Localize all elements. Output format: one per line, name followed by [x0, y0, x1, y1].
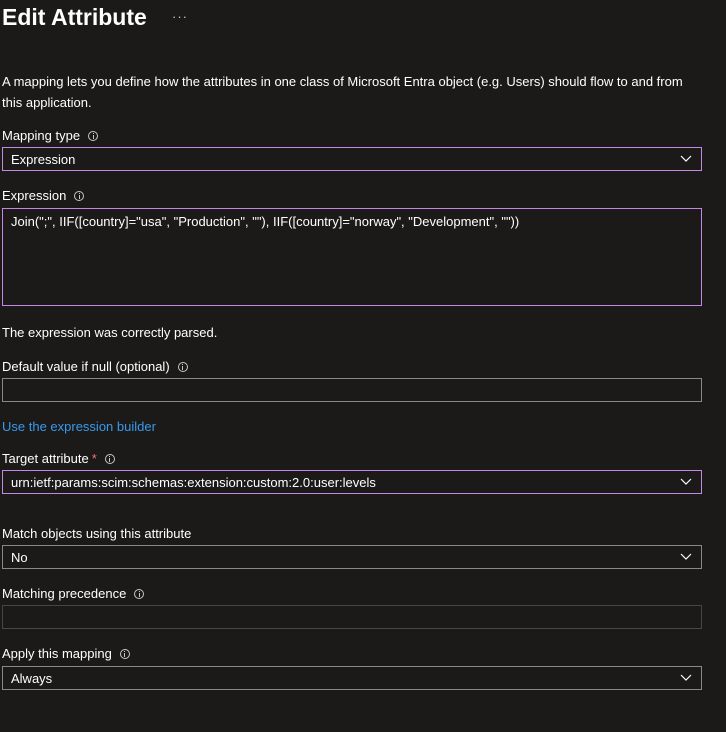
default-value-input[interactable]: [2, 378, 702, 402]
expression-textarea[interactable]: Join(";", IIF([country]="usa", "Producti…: [2, 208, 702, 306]
info-icon[interactable]: [134, 588, 145, 599]
match-objects-label: Match objects using this attribute: [2, 526, 191, 541]
matching-precedence-input: [2, 605, 702, 629]
required-marker: *: [91, 451, 97, 466]
expression-label-text: Expression: [2, 188, 67, 203]
match-objects-value: No: [11, 549, 28, 565]
edit-attribute-panel: Edit Attribute ··· A mapping lets you de…: [0, 0, 726, 732]
target-attribute-label-text: Target attribute: [2, 451, 89, 466]
info-icon[interactable]: [104, 453, 115, 464]
mapping-type-value: Expression: [11, 151, 76, 167]
page-title: Edit Attribute: [2, 4, 147, 30]
match-objects-label-text: Match objects using this attribute: [2, 526, 192, 541]
default-value-label: Default value if null (optional): [2, 359, 188, 374]
info-icon[interactable]: [177, 361, 188, 372]
mapping-type-label: Mapping type: [2, 128, 99, 143]
expression-builder-link[interactable]: Use the expression builder: [2, 419, 156, 434]
chevron-down-icon: [679, 475, 693, 489]
info-icon[interactable]: [74, 190, 85, 201]
expression-label: Expression: [2, 188, 85, 203]
matching-precedence-label: Matching precedence: [2, 586, 145, 601]
mapping-type-label-text: Mapping type: [2, 128, 81, 143]
chevron-down-icon: [679, 152, 693, 166]
more-options-button[interactable]: ···: [172, 9, 188, 24]
chevron-down-icon: [679, 550, 693, 564]
apply-mapping-label: Apply this mapping: [2, 646, 130, 661]
target-attribute-label: Target attribute *: [2, 451, 115, 466]
info-icon[interactable]: [88, 130, 99, 141]
target-attribute-value: urn:ietf:params:scim:schemas:extension:c…: [11, 474, 376, 490]
default-value-label-text: Default value if null (optional): [2, 359, 170, 374]
apply-mapping-label-text: Apply this mapping: [2, 646, 112, 661]
match-objects-dropdown[interactable]: No: [2, 545, 702, 569]
chevron-down-icon: [679, 671, 693, 685]
apply-mapping-value: Always: [11, 670, 53, 686]
matching-precedence-label-text: Matching precedence: [2, 586, 127, 601]
apply-mapping-dropdown[interactable]: Always: [2, 666, 702, 690]
target-attribute-dropdown[interactable]: urn:ietf:params:scim:schemas:extension:c…: [2, 470, 702, 494]
description-text: A mapping lets you define how the attrib…: [2, 74, 683, 110]
expression-status: The expression was correctly parsed.: [2, 325, 218, 340]
mapping-type-dropdown[interactable]: Expression: [2, 147, 702, 171]
info-icon[interactable]: [119, 648, 130, 659]
